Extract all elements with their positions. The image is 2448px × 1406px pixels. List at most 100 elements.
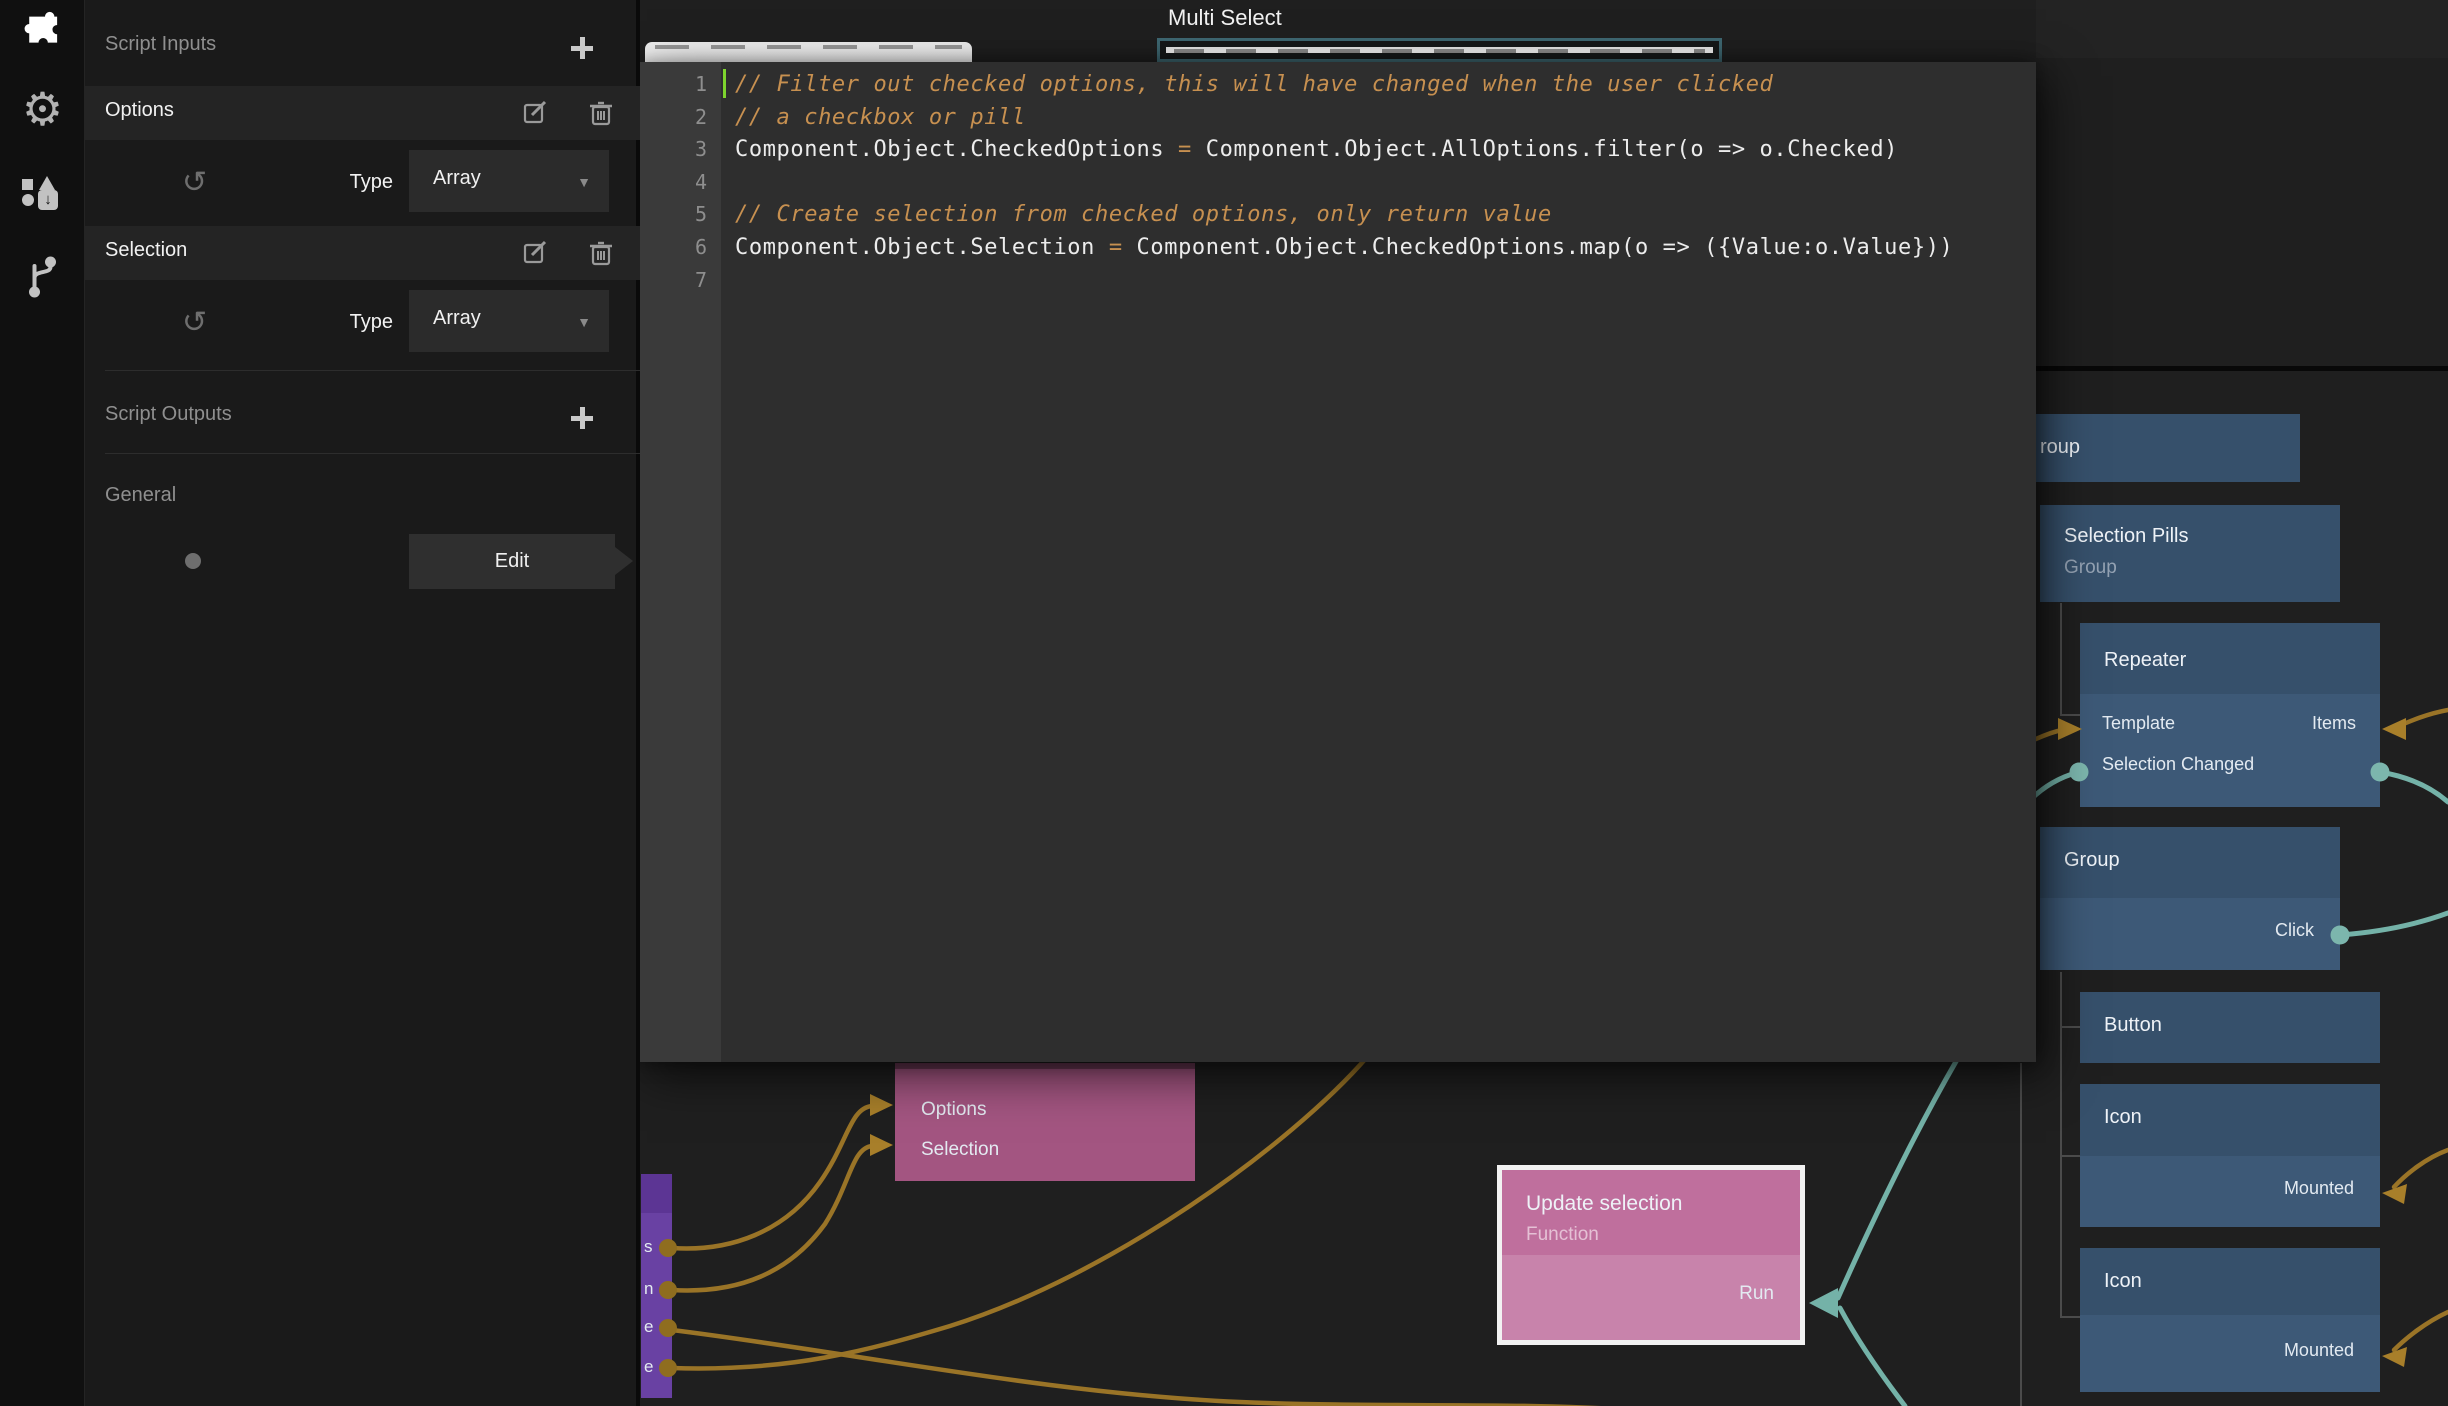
code-text: Component.Object.CheckedOptions = Compon… xyxy=(735,133,2028,166)
node-body: Click xyxy=(2040,898,2340,970)
gear-icon[interactable]: ⚙ xyxy=(0,86,85,132)
divider xyxy=(105,453,640,454)
code-line[interactable]: 2// a checkbox or pill xyxy=(637,101,2036,134)
input-name: Options xyxy=(105,99,174,122)
code-line[interactable]: 7 xyxy=(637,264,2036,297)
node-title: Repeater xyxy=(2104,649,2186,672)
tree-line xyxy=(2060,1026,2080,1028)
code-line[interactable]: 1 // Filter out checked options, this wil… xyxy=(637,68,2036,101)
node-repeater[interactable]: Repeater Template Items Selection Change… xyxy=(2080,623,2380,807)
tree-line xyxy=(2060,1155,2080,1157)
triangle-shape xyxy=(39,176,55,190)
node-subtitle: Function xyxy=(1526,1224,1599,1246)
tree-line xyxy=(2060,1316,2080,1318)
port-fragment: s xyxy=(644,1237,653,1257)
puzzle-icon[interactable] xyxy=(0,10,85,50)
node-body: Mounted xyxy=(2080,1315,2380,1392)
port-fragment: n xyxy=(644,1279,653,1299)
line-number: 1 xyxy=(637,68,707,101)
node-title: Icon xyxy=(2104,1270,2142,1293)
code-text: // Create selection from checked options… xyxy=(735,198,2028,231)
git-branch-icon[interactable] xyxy=(0,252,85,300)
type-label: Type xyxy=(325,171,393,194)
preview-component-label: Multi Select xyxy=(1168,5,1282,31)
node-button[interactable]: Button xyxy=(2080,992,2380,1063)
app-window: Multi Select roup Selection Pills Group … xyxy=(0,0,2448,1406)
node-update-selection[interactable]: Update selection Function Run xyxy=(1497,1165,1805,1345)
code-text: Component.Object.Selection = Component.O… xyxy=(735,231,2028,264)
editor-cursor xyxy=(723,69,726,98)
properties-panel: Script Inputs Options ↺ Type Array ▼ xyxy=(85,0,640,1406)
edit-script-button[interactable]: Edit xyxy=(409,534,615,589)
edit-button-notch xyxy=(615,547,633,575)
tree-line xyxy=(2060,603,2062,716)
section-script-outputs: Script Outputs xyxy=(105,403,232,426)
shapes-icon[interactable]: ↓ xyxy=(22,176,64,218)
line-number: 4 xyxy=(637,166,707,199)
port-selection-changed[interactable]: Selection Changed xyxy=(2102,754,2254,775)
tree-line xyxy=(2060,714,2080,716)
node-title: Icon xyxy=(2104,1106,2142,1129)
ui-preview-multiselect xyxy=(1157,38,1722,62)
port-fragment: e xyxy=(644,1317,653,1337)
type-dropdown-selection[interactable]: Array ▼ xyxy=(409,290,609,352)
square-shape xyxy=(22,179,33,190)
dropdown-value: Array xyxy=(433,167,481,190)
section-script-inputs: Script Inputs xyxy=(105,33,216,56)
node-group[interactable]: Group Click xyxy=(2040,827,2340,970)
add-output-button[interactable] xyxy=(569,405,595,431)
node-checked-options[interactable]: Options Selection xyxy=(895,1063,1195,1181)
port-options[interactable]: Options xyxy=(921,1099,986,1121)
node-icon-bottom[interactable]: Icon Mounted xyxy=(2080,1248,2380,1392)
port-template[interactable]: Template xyxy=(2102,713,2175,734)
delete-icon[interactable] xyxy=(588,100,614,126)
edit-icon[interactable] xyxy=(523,240,549,266)
dropdown-value: Array xyxy=(433,307,481,330)
ui-preview-list xyxy=(645,42,972,62)
canvas-top-band xyxy=(2036,0,2448,58)
canvas-separator-line xyxy=(2036,366,2448,371)
tree-line xyxy=(2020,1063,2022,1406)
connection-dot[interactable] xyxy=(185,553,201,569)
chevron-down-icon: ▼ xyxy=(577,314,591,330)
input-row-selection[interactable]: Selection xyxy=(85,226,640,280)
port-mounted[interactable]: Mounted xyxy=(2284,1340,2354,1361)
type-dropdown-options[interactable]: Array ▼ xyxy=(409,150,609,212)
node-icon-top[interactable]: Icon Mounted xyxy=(2080,1084,2380,1227)
port-click[interactable]: Click xyxy=(2275,920,2314,941)
port-items[interactable]: Items xyxy=(2312,713,2356,734)
input-name: Selection xyxy=(105,239,187,262)
circle-shape xyxy=(22,194,34,206)
code-text: // a checkbox or pill xyxy=(735,101,2028,134)
node-selection-pills[interactable]: Selection Pills Group xyxy=(2040,505,2340,602)
code-line[interactable]: 3Component.Object.CheckedOptions = Compo… xyxy=(637,133,2036,166)
node-body: Mounted xyxy=(2080,1156,2380,1227)
node-title: Group xyxy=(2064,849,2120,872)
tree-line xyxy=(2060,972,2062,1318)
download-shape: ↓ xyxy=(38,190,58,210)
code-line[interactable]: 6Component.Object.Selection = Component.… xyxy=(637,231,2036,264)
line-number: 7 xyxy=(637,264,707,297)
reset-icon[interactable]: ↺ xyxy=(182,308,207,338)
node-title: roup xyxy=(2040,436,2080,459)
port-selection[interactable]: Selection xyxy=(921,1139,999,1161)
node-title: Button xyxy=(2104,1014,2162,1037)
node-group-partial[interactable]: roup xyxy=(2035,414,2300,482)
code-line[interactable]: 4 xyxy=(637,166,2036,199)
port-fragment: e xyxy=(644,1357,653,1377)
script-editor[interactable]: 1 // Filter out checked options, this wil… xyxy=(637,62,2036,1062)
reset-icon[interactable]: ↺ xyxy=(182,168,207,198)
type-label: Type xyxy=(325,311,393,334)
add-input-button[interactable] xyxy=(569,35,595,61)
node-purple-fragment[interactable]: s n e e xyxy=(641,1174,672,1398)
delete-icon[interactable] xyxy=(588,240,614,266)
chevron-down-icon: ▼ xyxy=(577,174,591,190)
input-row-options[interactable]: Options xyxy=(85,86,640,140)
node-body: Template Items Selection Changed xyxy=(2080,694,2380,807)
port-mounted[interactable]: Mounted xyxy=(2284,1178,2354,1199)
node-title: Selection Pills xyxy=(2064,525,2189,548)
port-run[interactable]: Run xyxy=(1739,1283,1774,1305)
code-line[interactable]: 5// Create selection from checked option… xyxy=(637,198,2036,231)
edit-icon[interactable] xyxy=(523,100,549,126)
code-text: // Filter out checked options, this will… xyxy=(735,68,2028,101)
